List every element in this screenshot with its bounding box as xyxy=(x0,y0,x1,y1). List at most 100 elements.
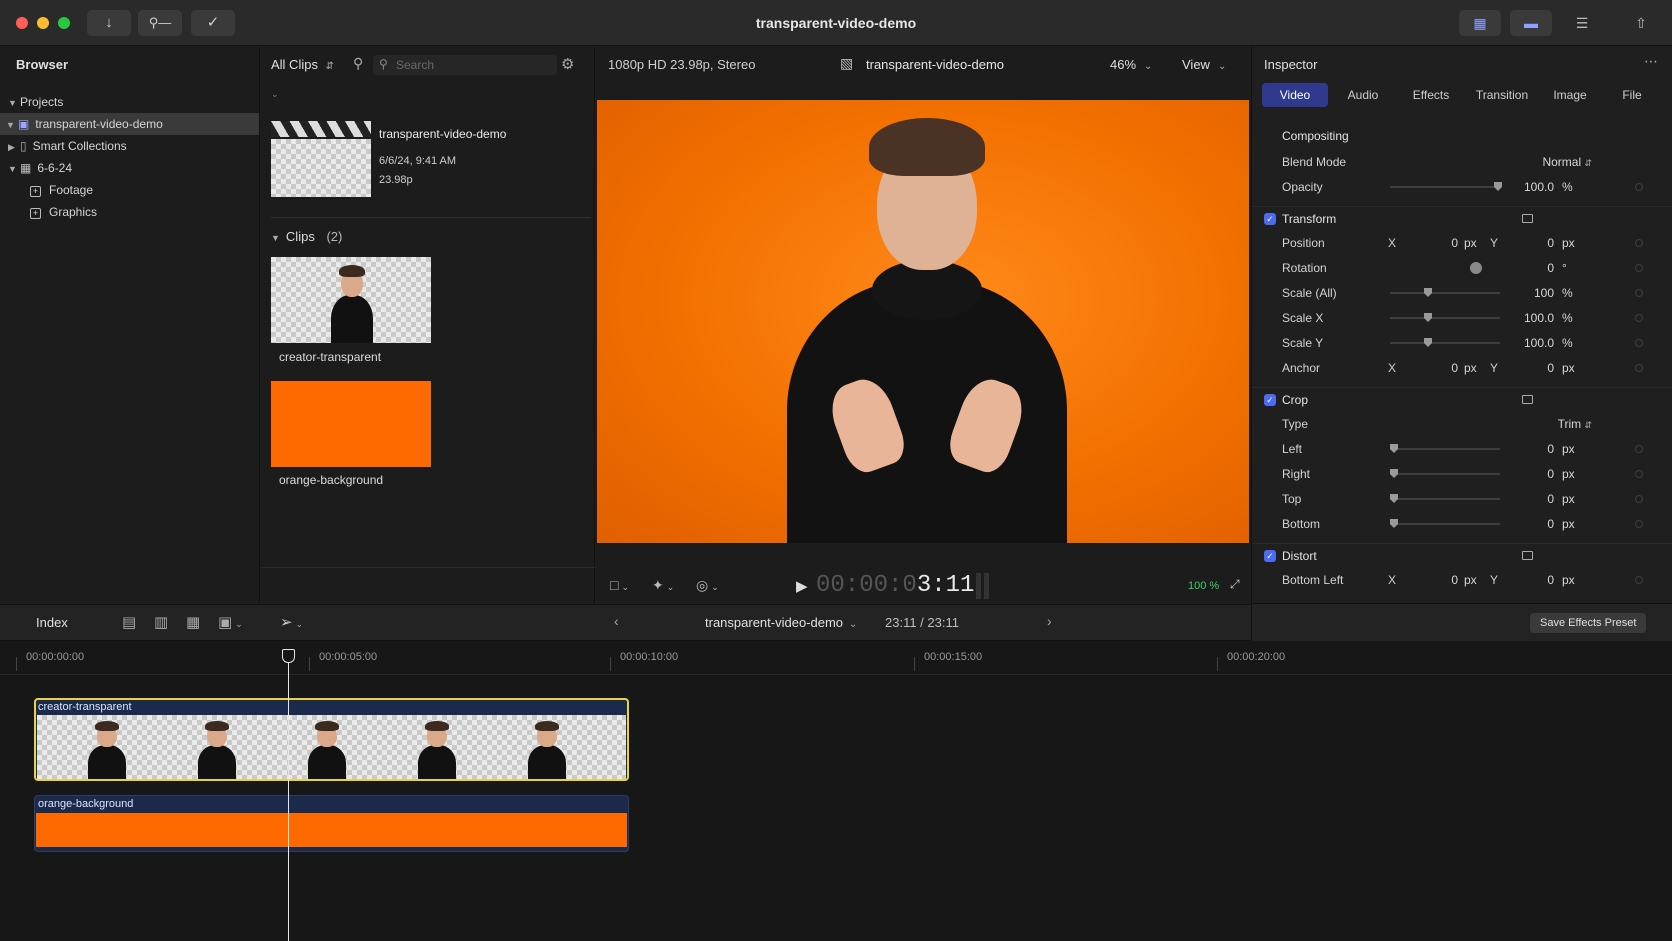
transform-tool-icon[interactable]: □ ⌄ xyxy=(610,577,629,593)
keyframe-icon[interactable] xyxy=(1635,576,1643,584)
tree-item-projects[interactable]: ▼ Projects xyxy=(0,91,259,113)
keyframe-icon[interactable] xyxy=(1635,289,1643,297)
play-button[interactable]: ▶ xyxy=(796,577,808,595)
scale-all-slider[interactable] xyxy=(1390,288,1500,297)
slider-knob[interactable] xyxy=(1390,444,1398,453)
clips-section-header[interactable]: ▼ Clips (2) xyxy=(271,229,342,244)
transform-onscreen-icon[interactable] xyxy=(1522,214,1533,223)
keyframe-icon[interactable] xyxy=(1635,183,1643,191)
distort-onscreen-icon[interactable] xyxy=(1522,551,1533,560)
more-options-icon[interactable]: ⋯ xyxy=(1644,53,1658,70)
timeline-ruler[interactable]: 00:00:00:00 00:00:05:00 00:00:10:00 00:0… xyxy=(0,641,1672,675)
disclosure-open-icon[interactable]: ▼ xyxy=(6,114,18,136)
tab-file[interactable]: File xyxy=(1602,83,1662,107)
zoom-dropdown[interactable]: 46% ⌄ xyxy=(1110,57,1152,72)
select-tool-icon[interactable]: ➢ ⌄ xyxy=(280,613,303,631)
slider-knob[interactable] xyxy=(1390,469,1398,478)
chevron-down-icon[interactable]: ⌄ xyxy=(271,89,279,100)
minimize-window-button[interactable] xyxy=(37,17,49,29)
anchor-y-value[interactable]: 0 xyxy=(1508,356,1554,380)
back-arrow-icon[interactable]: ‹ xyxy=(614,613,619,629)
background-tasks-button[interactable]: ✓ xyxy=(191,10,235,36)
view-dropdown[interactable]: View ⌄ xyxy=(1182,57,1226,72)
crop-checkbox[interactable]: ✓ xyxy=(1264,394,1276,406)
distort-checkbox[interactable]: ✓ xyxy=(1264,550,1276,562)
playhead-handle-icon[interactable] xyxy=(282,649,295,663)
slider-knob[interactable] xyxy=(1424,313,1432,322)
keyframe-icon[interactable] xyxy=(1635,445,1643,453)
tab-effects[interactable]: Effects xyxy=(1398,83,1464,107)
distort-bl-x-value[interactable]: 0 xyxy=(1412,568,1458,592)
import-button[interactable]: ↓ xyxy=(87,10,131,36)
clip-thumbnail-orange[interactable] xyxy=(271,381,431,467)
keyframe-icon[interactable] xyxy=(1635,264,1643,272)
rotation-dial-icon[interactable] xyxy=(1470,262,1482,274)
crop-left-value[interactable]: 0 xyxy=(1508,437,1554,461)
tab-video[interactable]: Video xyxy=(1262,83,1328,107)
close-window-button[interactable] xyxy=(16,17,28,29)
enhance-tool-icon[interactable]: ✦ ⌄ xyxy=(652,577,674,594)
tree-item-smart-collections[interactable]: ▶ ▯ Smart Collections xyxy=(0,135,259,157)
opacity-slider[interactable] xyxy=(1390,182,1502,191)
keyframe-icon[interactable] xyxy=(1635,339,1643,347)
slider-knob[interactable] xyxy=(1424,288,1432,297)
search-field[interactable]: ⚲ Search xyxy=(373,55,557,75)
browser-toggle-button[interactable]: ▦ xyxy=(1459,10,1501,36)
fullscreen-icon[interactable]: ⤢ xyxy=(1230,577,1240,592)
scale-y-value[interactable]: 100.0 xyxy=(1508,331,1554,355)
opacity-value[interactable]: 100.0 xyxy=(1508,175,1554,199)
tree-item-footage[interactable]: + Footage xyxy=(0,179,259,201)
keyframe-icon[interactable] xyxy=(1635,495,1643,503)
keyword-button[interactable]: ⚲— xyxy=(138,10,182,36)
scale-x-value[interactable]: 100.0 xyxy=(1508,306,1554,330)
clip-thumbnail-creator[interactable] xyxy=(271,257,431,343)
slider-knob[interactable] xyxy=(1390,519,1398,528)
crop-right-slider[interactable] xyxy=(1390,469,1500,478)
slider-knob[interactable] xyxy=(1494,182,1502,191)
disclosure-closed-icon[interactable]: ▶ xyxy=(8,136,20,158)
slider-knob[interactable] xyxy=(1424,338,1432,347)
save-effects-preset-button[interactable]: Save Effects Preset xyxy=(1530,613,1647,633)
blend-mode-dropdown[interactable]: Normal ⇵ xyxy=(1512,150,1592,175)
timecode-display[interactable]: 00:00:03:11 xyxy=(816,572,974,599)
crop-onscreen-icon[interactable] xyxy=(1522,395,1533,404)
project-thumbnail[interactable] xyxy=(271,121,371,197)
tree-item-project[interactable]: ▼ ▣ transparent-video-demo xyxy=(0,113,259,135)
keyframe-icon[interactable] xyxy=(1635,239,1643,247)
append-clip-icon[interactable]: ▦ xyxy=(186,613,200,631)
tab-image[interactable]: Image xyxy=(1540,83,1600,107)
crop-left-slider[interactable] xyxy=(1390,444,1500,453)
overwrite-clip-icon[interactable]: ▣ ⌄ xyxy=(218,613,243,631)
clip-filter-dropdown[interactable]: All Clips ⇵ xyxy=(271,57,334,72)
share-button[interactable]: ⇧ xyxy=(1620,10,1662,36)
tab-audio[interactable]: Audio xyxy=(1330,83,1396,107)
keyframe-icon[interactable] xyxy=(1635,314,1643,322)
video-canvas[interactable] xyxy=(597,100,1249,543)
playhead[interactable] xyxy=(288,650,289,941)
slider-knob[interactable] xyxy=(1390,494,1398,503)
index-button[interactable]: Index xyxy=(36,615,68,630)
timeline-toggle-button[interactable]: ▬ xyxy=(1510,10,1552,36)
keyframe-icon[interactable] xyxy=(1635,520,1643,528)
keyframe-icon[interactable] xyxy=(1635,364,1643,372)
distort-bl-y-value[interactable]: 0 xyxy=(1508,568,1554,592)
rotation-value[interactable]: 0 xyxy=(1508,256,1554,280)
transform-checkbox[interactable]: ✓ xyxy=(1264,213,1276,225)
timeline-project-dropdown[interactable]: transparent-video-demo ⌄ xyxy=(705,615,857,630)
tab-transition[interactable]: Transition xyxy=(1466,83,1538,107)
speed-tool-icon[interactable]: ◎ ⌄ xyxy=(696,577,719,594)
crop-top-slider[interactable] xyxy=(1390,494,1500,503)
zoom-search-icon[interactable]: ⚲ xyxy=(353,55,363,72)
crop-right-value[interactable]: 0 xyxy=(1508,462,1554,486)
scale-y-slider[interactable] xyxy=(1390,338,1500,347)
keyframe-icon[interactable] xyxy=(1635,470,1643,478)
timeline-clip-orange[interactable]: orange-background xyxy=(34,795,629,852)
scale-all-value[interactable]: 100 xyxy=(1508,281,1554,305)
crop-bottom-value[interactable]: 0 xyxy=(1508,512,1554,536)
clip-appearance-icon[interactable]: ⚙ xyxy=(561,55,574,73)
connect-clip-icon[interactable]: ▤ xyxy=(122,613,136,631)
disclosure-open-icon[interactable]: ▼ xyxy=(8,158,20,180)
timeline[interactable]: 00:00:00:00 00:00:05:00 00:00:10:00 00:0… xyxy=(0,641,1672,941)
inspector-toggle-button[interactable]: ☰ xyxy=(1561,10,1603,36)
position-x-value[interactable]: 0 xyxy=(1412,231,1458,255)
